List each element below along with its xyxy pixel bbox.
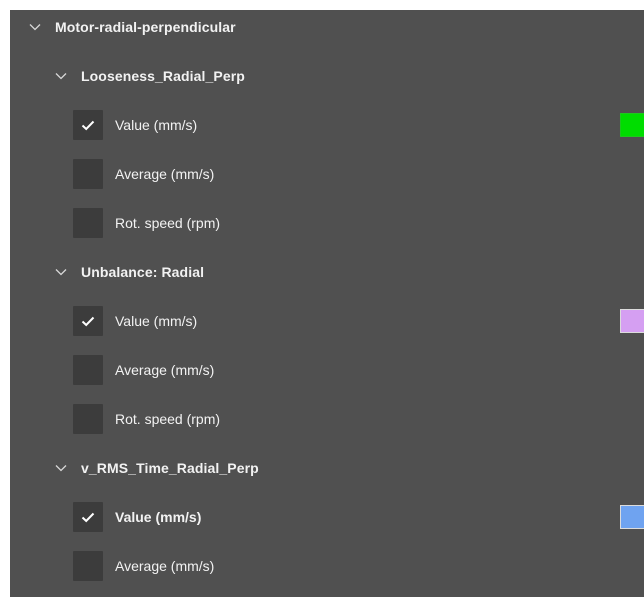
checkbox-checked[interactable]	[73, 306, 103, 336]
tree-item-rot-speed[interactable]: Rot. speed (rpm)	[10, 400, 644, 438]
tree-node-label: Looseness_Radial_Perp	[81, 68, 245, 84]
checkbox[interactable]	[73, 159, 103, 189]
checkbox[interactable]	[73, 551, 103, 581]
channel-tree-panel: Motor-radial-perpendicular Looseness_Rad…	[10, 10, 644, 597]
tree-item-label: Rot. speed (rpm)	[115, 215, 221, 231]
series-color-swatch[interactable]	[620, 505, 644, 529]
tree-item-label: Average (mm/s)	[115, 558, 215, 574]
tree-item-label: Average (mm/s)	[115, 166, 215, 182]
series-color-swatch[interactable]	[620, 309, 644, 333]
tree-item-label: Average (mm/s)	[115, 362, 215, 378]
tree-item-label: Value (mm/s)	[115, 509, 202, 525]
tree-item-rot-speed[interactable]: Rot. speed (rpm)	[10, 204, 644, 242]
tree-node-label: v_RMS_Time_Radial_Perp	[81, 460, 259, 476]
tree-item-label: Value (mm/s)	[115, 313, 198, 329]
tree-item-value[interactable]: Value (mm/s)	[10, 106, 644, 144]
tree-node-v-rms-time-radial-perp[interactable]: v_RMS_Time_Radial_Perp	[10, 449, 644, 487]
chevron-down-icon[interactable]	[55, 462, 67, 474]
series-color-swatch[interactable]	[620, 113, 644, 137]
chevron-down-icon[interactable]	[29, 21, 41, 33]
check-icon	[81, 316, 95, 326]
tree-item-label: Rot. speed (rpm)	[115, 411, 221, 427]
checkbox-checked[interactable]	[73, 502, 103, 532]
check-icon	[81, 512, 95, 522]
tree-node-looseness-radial-perp[interactable]: Looseness_Radial_Perp	[10, 57, 644, 95]
tree-group-motor-radial-perpendicular[interactable]: Motor-radial-perpendicular	[10, 10, 644, 46]
tree-group-label: Motor-radial-perpendicular	[55, 19, 236, 35]
tree-node-label: Unbalance: Radial	[81, 264, 205, 280]
tree-node-unbalance-radial[interactable]: Unbalance: Radial	[10, 253, 644, 291]
tree-item-average[interactable]: Average (mm/s)	[10, 547, 644, 585]
checkbox-checked[interactable]	[73, 110, 103, 140]
tree-item-value[interactable]: Value (mm/s)	[10, 302, 644, 340]
chevron-down-icon[interactable]	[55, 266, 67, 278]
tree-item-average[interactable]: Average (mm/s)	[10, 155, 644, 193]
checkbox[interactable]	[73, 208, 103, 238]
checkbox[interactable]	[73, 404, 103, 434]
chevron-down-icon[interactable]	[55, 70, 67, 82]
tree-item-value[interactable]: Value (mm/s)	[10, 498, 644, 536]
check-icon	[81, 120, 95, 130]
tree-item-label: Value (mm/s)	[115, 117, 198, 133]
tree-item-average[interactable]: Average (mm/s)	[10, 351, 644, 389]
checkbox[interactable]	[73, 355, 103, 385]
